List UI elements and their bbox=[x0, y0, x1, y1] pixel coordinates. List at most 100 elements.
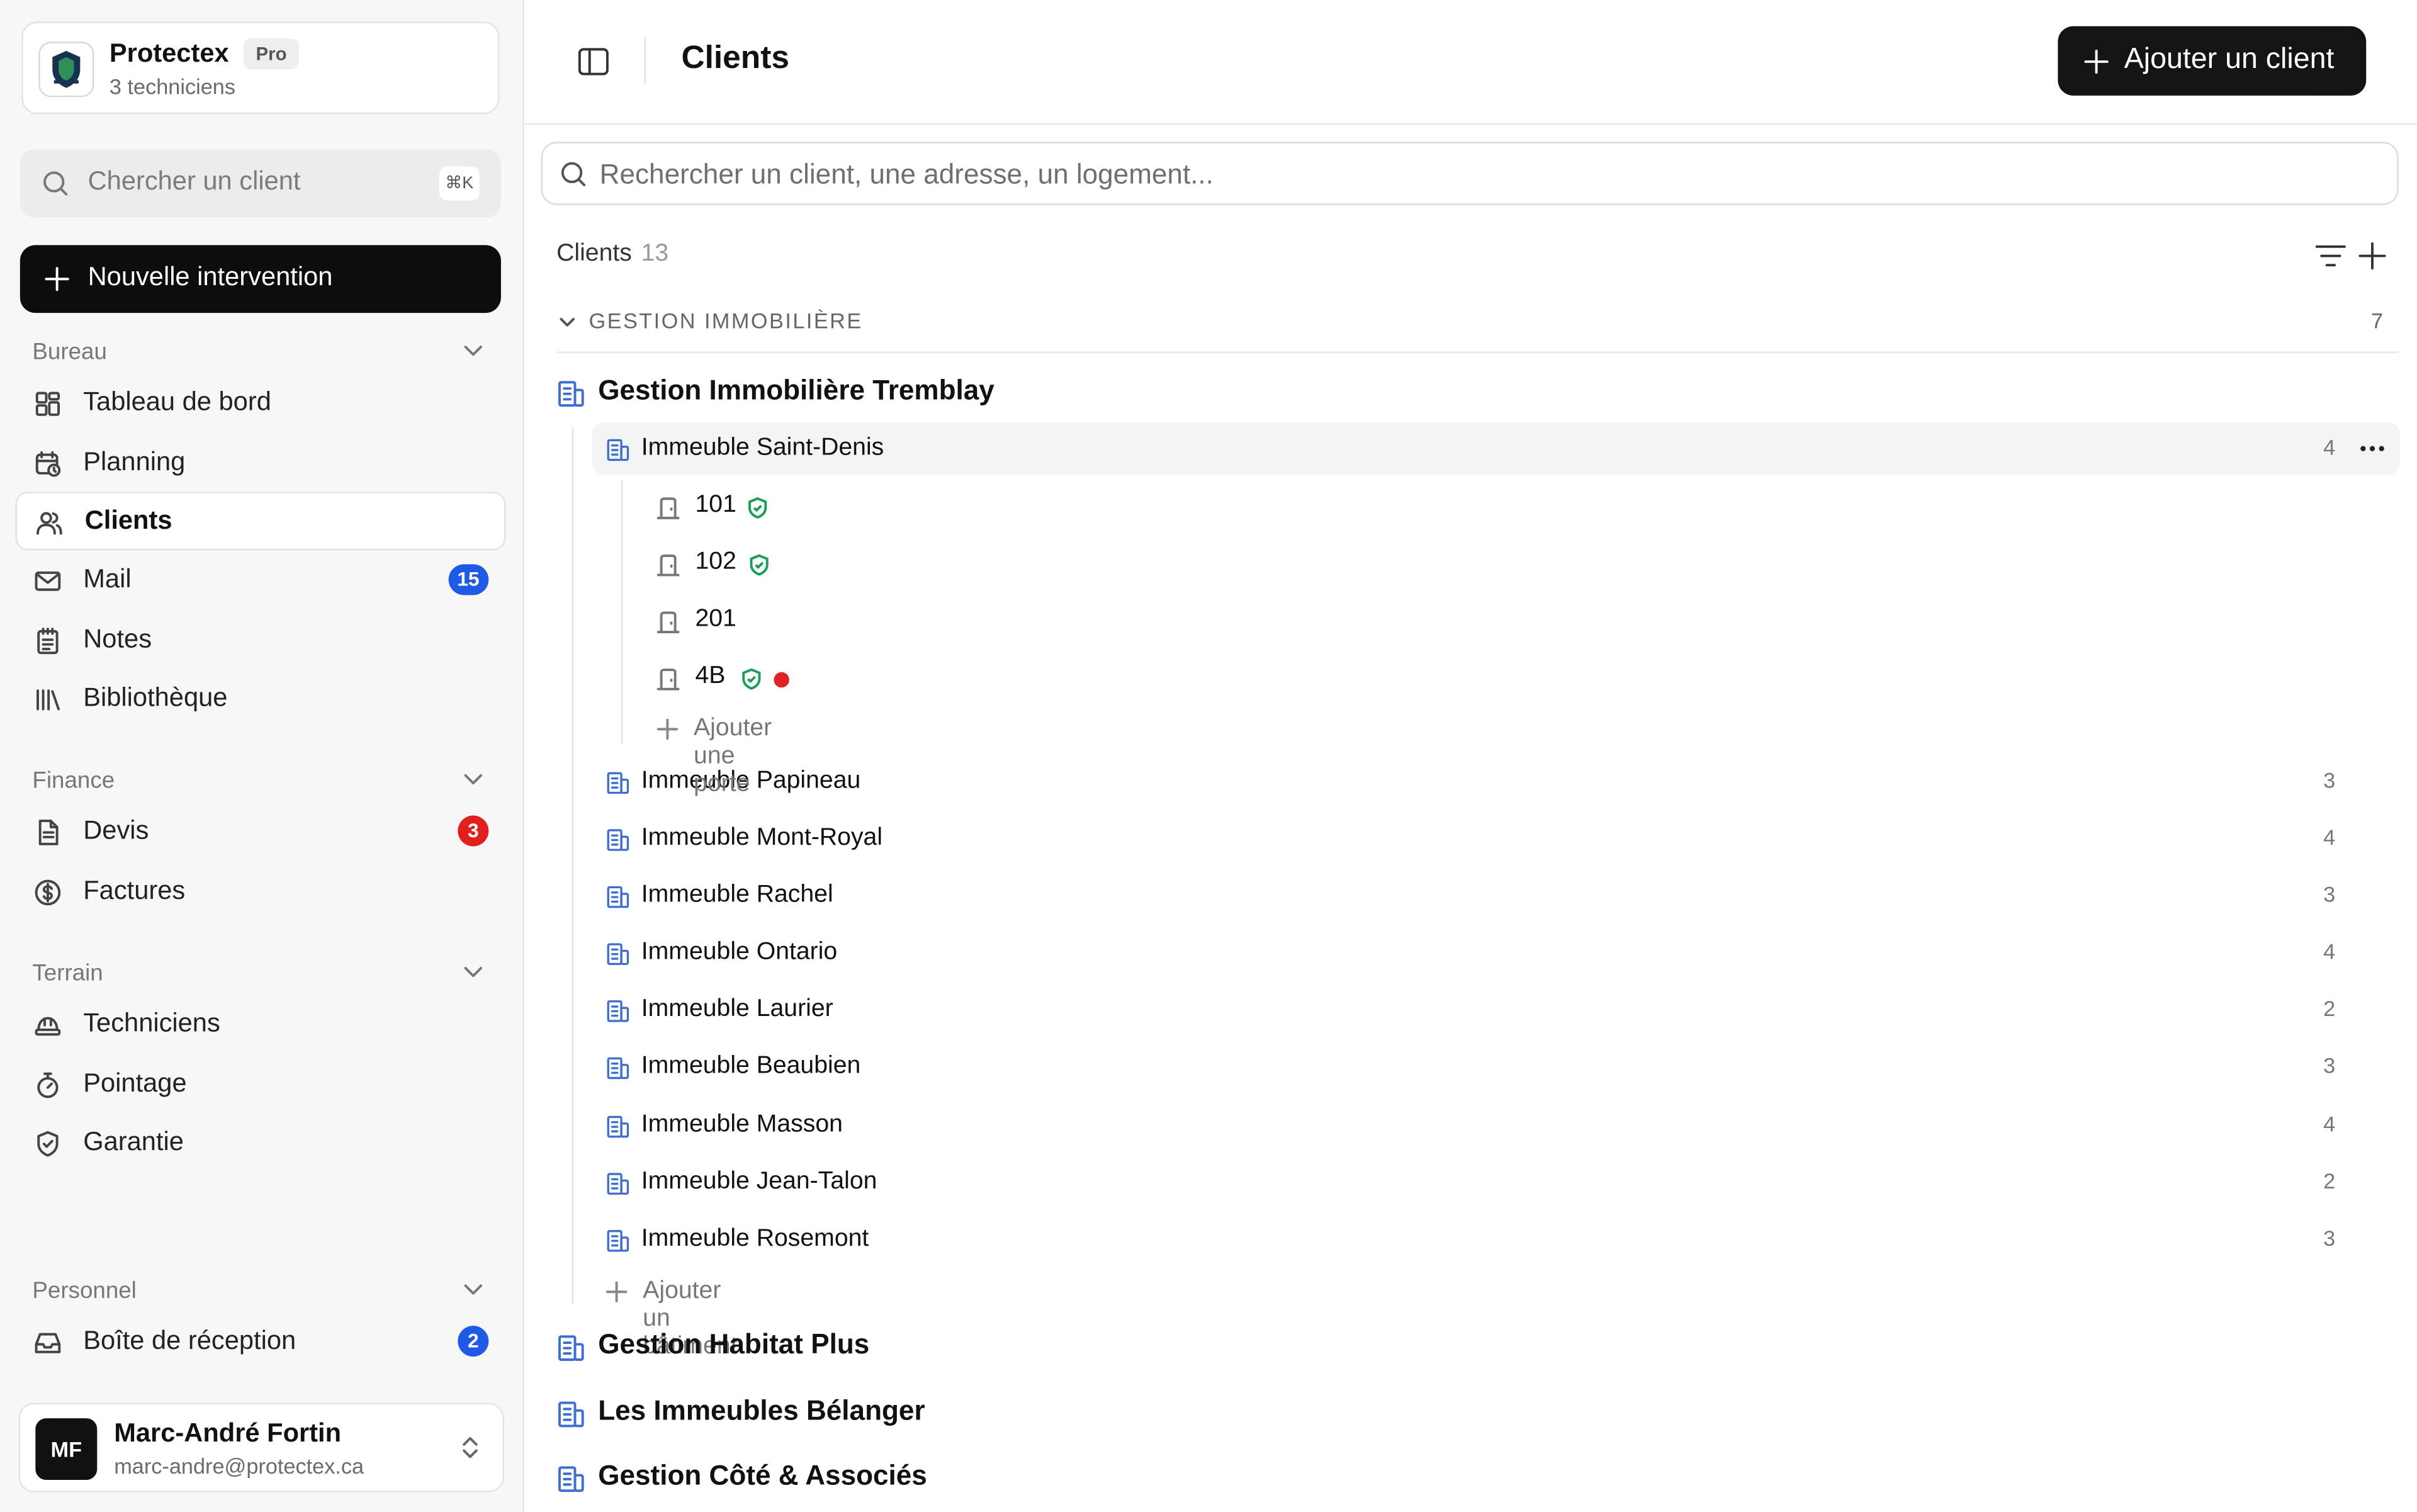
unit-label: 4B bbox=[695, 663, 726, 689]
alert-dot bbox=[774, 672, 789, 688]
new-intervention-label: Nouvelle intervention bbox=[87, 262, 333, 291]
unit-row[interactable]: 4B bbox=[656, 657, 2352, 702]
client-row[interactable]: Gestion Côté & Associés bbox=[555, 1455, 2399, 1501]
plus-icon[interactable] bbox=[2357, 240, 2388, 271]
group-header[interactable]: GESTION IMMOBILIÈRE 7 bbox=[556, 307, 2399, 353]
sidebar-item-mail[interactable]: Mail 15 bbox=[15, 552, 505, 611]
unit-row[interactable]: 102 bbox=[656, 543, 2352, 589]
building-name: Immeuble Masson bbox=[641, 1111, 843, 1138]
sidebar-item-label: Factures bbox=[83, 876, 186, 905]
client-search-placeholder: Rechercher un client, une adresse, un lo… bbox=[599, 159, 1214, 190]
building-name: Immeuble Jean-Talon bbox=[641, 1168, 877, 1195]
users-icon bbox=[37, 512, 62, 535]
unit-row[interactable]: 201 bbox=[656, 600, 2352, 646]
quotes-count-badge: 3 bbox=[458, 815, 489, 847]
add-door-label: Ajouter une porte bbox=[694, 715, 772, 798]
list-count: 13 bbox=[641, 240, 669, 267]
building-unit-count: 4 bbox=[2323, 939, 2336, 964]
sidebar-item-clients[interactable]: Clients bbox=[15, 492, 506, 551]
client-row[interactable]: Gestion Habitat Plus bbox=[555, 1324, 2399, 1370]
user-email: marc-andre@protectex.ca bbox=[114, 1453, 364, 1479]
chevron-down-icon[interactable] bbox=[461, 959, 485, 983]
sidebar-item-timesheet[interactable]: Pointage bbox=[15, 1056, 505, 1115]
org-logo bbox=[38, 42, 94, 98]
building-icon bbox=[607, 772, 629, 794]
warranty-shield-icon bbox=[748, 497, 767, 519]
sidebar-item-label: Techniciens bbox=[83, 1008, 220, 1038]
door-icon bbox=[656, 554, 680, 577]
more-options-icon[interactable] bbox=[2360, 446, 2384, 452]
user-name: Marc-André Fortin bbox=[114, 1418, 342, 1448]
chevron-down-icon[interactable] bbox=[461, 1277, 485, 1301]
tree-line bbox=[621, 479, 623, 745]
building-icon bbox=[558, 1335, 584, 1361]
sidebar-toggle-icon[interactable] bbox=[577, 45, 611, 79]
building-icon bbox=[607, 1057, 629, 1080]
document-icon bbox=[38, 820, 59, 845]
client-row[interactable]: Gestion Immobilière Tremblay bbox=[555, 370, 2399, 416]
building-row[interactable]: Immeuble Rosemont 3 bbox=[592, 1213, 2400, 1265]
sidebar-item-library[interactable]: Bibliothèque bbox=[15, 670, 505, 729]
chevron-down-icon[interactable] bbox=[461, 337, 485, 362]
building-row[interactable]: Immeuble Papineau 3 bbox=[592, 755, 2400, 808]
building-name: Immeuble Ontario bbox=[641, 939, 838, 966]
unit-label: 101 bbox=[695, 492, 736, 518]
dollar-circle-icon bbox=[35, 879, 61, 906]
warranty-shield-icon bbox=[750, 554, 769, 576]
client-name: Gestion Habitat Plus bbox=[598, 1329, 870, 1360]
user-menu[interactable]: MF Marc-André Fortin marc-andre@protecte… bbox=[18, 1402, 504, 1492]
search-icon bbox=[43, 171, 68, 196]
page-title: Clients bbox=[681, 40, 789, 76]
building-icon bbox=[607, 439, 629, 461]
building-row[interactable]: Immeuble Saint-Denis 4 bbox=[592, 422, 2401, 475]
sidebar-item-dashboard[interactable]: Tableau de bord bbox=[15, 375, 505, 433]
search-icon bbox=[561, 162, 586, 186]
shortcut-hint: ⌘K bbox=[439, 166, 480, 201]
building-unit-count: 3 bbox=[2323, 1052, 2336, 1078]
chevron-up-down-icon bbox=[463, 1436, 478, 1458]
sidebar-item-technicians[interactable]: Techniciens bbox=[15, 996, 505, 1054]
sidebar-item-warranty[interactable]: Garantie bbox=[15, 1115, 505, 1173]
door-icon bbox=[656, 611, 680, 634]
building-row[interactable]: Immeuble Jean-Talon 2 bbox=[592, 1156, 2400, 1209]
new-intervention-button[interactable]: Nouvelle intervention bbox=[20, 245, 501, 313]
org-switcher[interactable]: Protectex Pro 3 techniciens bbox=[21, 21, 500, 115]
chevron-down-icon[interactable] bbox=[461, 766, 485, 791]
list-label: Clients bbox=[556, 240, 632, 267]
divider bbox=[644, 37, 646, 84]
org-subtitle: 3 techniciens bbox=[109, 74, 236, 99]
building-row[interactable]: Immeuble Laurier 2 bbox=[592, 983, 2400, 1035]
client-search-input[interactable]: Rechercher un client, une adresse, un lo… bbox=[541, 142, 2399, 205]
sidebar-item-label: Planning bbox=[83, 447, 186, 477]
sidebar-item-invoices[interactable]: Factures bbox=[15, 863, 505, 922]
building-row[interactable]: Immeuble Beaubien 3 bbox=[592, 1041, 2400, 1093]
building-row[interactable]: Immeuble Ontario 4 bbox=[592, 927, 2400, 979]
section-bureau: Bureau bbox=[32, 339, 107, 366]
inbox-count-badge: 2 bbox=[458, 1326, 489, 1357]
building-unit-count: 3 bbox=[2323, 1225, 2336, 1251]
warranty-shield-icon bbox=[742, 668, 761, 690]
building-row[interactable]: Immeuble Rachel 3 bbox=[592, 869, 2400, 922]
building-unit-count: 3 bbox=[2323, 881, 2336, 907]
filter-icon[interactable] bbox=[2314, 242, 2348, 269]
building-unit-count: 4 bbox=[2323, 1111, 2336, 1136]
dashboard-icon bbox=[35, 392, 60, 416]
client-name: Les Immeubles Bélanger bbox=[598, 1395, 925, 1426]
building-icon bbox=[607, 1000, 629, 1022]
unit-row[interactable]: 101 bbox=[656, 485, 2352, 531]
building-name: Immeuble Rachel bbox=[641, 881, 833, 908]
sidebar-item-inbox[interactable]: Boîte de réception 2 bbox=[15, 1314, 505, 1372]
sidebar-item-planning[interactable]: Planning bbox=[15, 435, 505, 494]
add-client-label: Ajouter un client bbox=[2124, 43, 2335, 76]
sidebar-item-notes[interactable]: Notes bbox=[15, 612, 505, 670]
building-row[interactable]: Immeuble Mont-Royal 4 bbox=[592, 813, 2400, 865]
building-row[interactable]: Immeuble Masson 4 bbox=[592, 1099, 2400, 1151]
building-unit-count: 2 bbox=[2323, 996, 2336, 1021]
building-name: Immeuble Laurier bbox=[641, 996, 833, 1022]
building-icon bbox=[558, 1401, 584, 1428]
add-client-button[interactable]: Ajouter un client bbox=[2058, 26, 2367, 96]
inbox-icon bbox=[35, 1333, 61, 1353]
sidebar-item-quotes[interactable]: Devis 3 bbox=[15, 803, 505, 862]
client-row[interactable]: Les Immeubles Bélanger bbox=[555, 1391, 2399, 1436]
sidebar-search[interactable]: Chercher un client ⌘K bbox=[20, 149, 501, 218]
